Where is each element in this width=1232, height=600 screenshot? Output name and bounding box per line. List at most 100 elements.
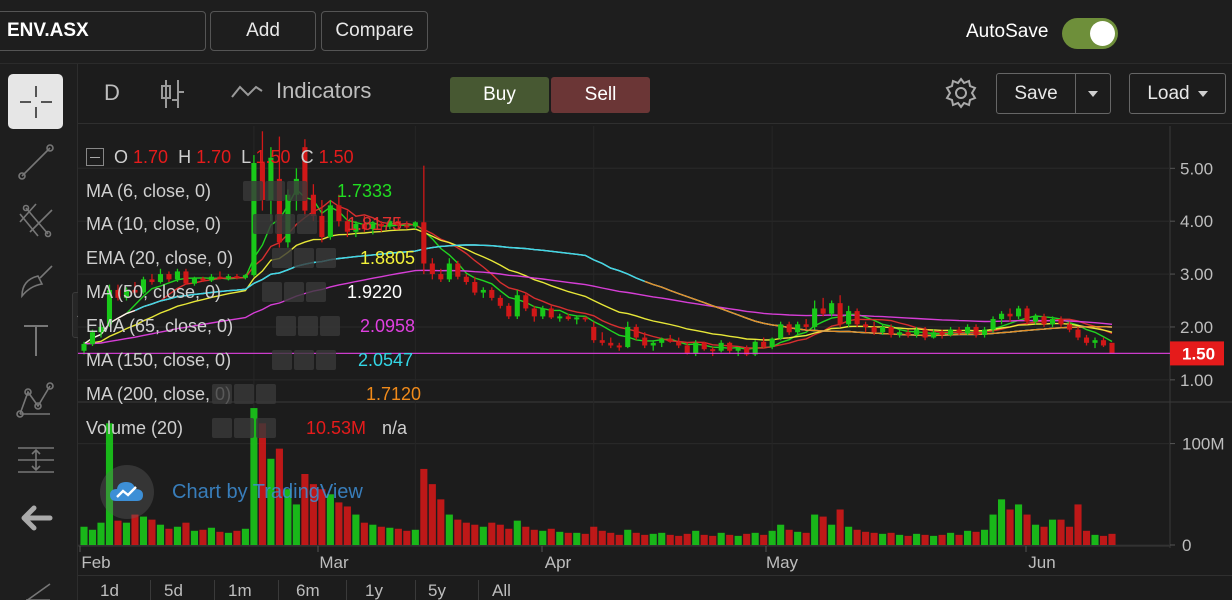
legend-collapse-icon[interactable] (86, 148, 104, 166)
eye-icon[interactable] (272, 248, 292, 268)
indicator-controls[interactable] (212, 384, 276, 404)
eye-icon[interactable] (212, 418, 232, 438)
gear-icon[interactable] (298, 316, 318, 336)
range-5y-button[interactable]: 5y (428, 581, 446, 600)
open-label: O (114, 147, 129, 167)
indicator-controls[interactable] (272, 350, 336, 370)
eye-icon[interactable] (253, 214, 273, 234)
volume-bar (479, 526, 487, 545)
range-divider (150, 580, 151, 600)
close-icon[interactable] (297, 214, 317, 234)
volume-bar (199, 529, 207, 545)
cloud-icon (100, 465, 154, 519)
indicator-controls[interactable] (276, 316, 340, 336)
range-1m-button[interactable]: 1m (228, 581, 252, 600)
range-1y-button[interactable]: 1y (365, 581, 383, 600)
candle-body (1049, 319, 1056, 325)
candle-body (642, 337, 648, 346)
volume-bar (522, 526, 530, 545)
gear-icon[interactable] (234, 384, 254, 404)
volume-bar (471, 524, 479, 545)
volume-bar (896, 534, 904, 545)
low-label: L (241, 147, 251, 167)
volume-bar (734, 535, 742, 545)
volume-bar (972, 531, 980, 545)
candle-body (591, 326, 597, 341)
candle-body (540, 308, 546, 317)
price-tick-label: 2.00 (1180, 318, 1213, 337)
candle-body (633, 326, 639, 338)
volume-bar (921, 534, 929, 545)
candle-body (922, 329, 928, 338)
volume-bar (360, 522, 368, 545)
eye-icon[interactable] (262, 282, 282, 302)
candle-body (225, 276, 231, 279)
gear-icon[interactable] (234, 418, 254, 438)
close-icon[interactable] (316, 248, 336, 268)
volume-bar (573, 532, 581, 545)
close-icon[interactable] (316, 350, 336, 370)
indicator-controls[interactable] (243, 181, 307, 201)
candle-body (1066, 324, 1073, 330)
volume-bar (930, 535, 938, 545)
high-value: 1.70 (196, 147, 232, 167)
gear-icon[interactable] (275, 214, 295, 234)
close-icon[interactable] (256, 418, 276, 438)
candle-body (820, 308, 826, 314)
volume-bar (216, 531, 224, 545)
indicator-controls[interactable] (262, 282, 326, 302)
watermark-text: Chart by TradingView (172, 480, 363, 503)
close-icon[interactable] (256, 384, 276, 404)
price-tick-label: 1.00 (1180, 371, 1213, 390)
eye-icon[interactable] (276, 316, 296, 336)
gear-icon[interactable] (265, 181, 285, 201)
volume-bar (836, 509, 844, 545)
indicator-legend-label: MA (150, close, 0) (86, 350, 232, 370)
range-1d-button[interactable]: 1d (100, 581, 119, 600)
volume-controls[interactable] (212, 418, 276, 438)
volume-bar (564, 532, 572, 545)
close-icon[interactable] (287, 181, 307, 201)
volume-bar (1031, 524, 1040, 545)
volume-bar (428, 484, 436, 545)
eye-icon[interactable] (243, 181, 263, 201)
volume-bar (1048, 519, 1057, 545)
gear-icon[interactable] (294, 248, 314, 268)
candle-body (727, 342, 733, 351)
close-icon[interactable] (320, 316, 340, 336)
candle-body (327, 205, 333, 238)
indicator-controls[interactable] (272, 248, 336, 268)
volume-tick-label: 100M (1182, 435, 1225, 454)
range-6m-button[interactable]: 6m (296, 581, 320, 600)
range-All-button[interactable]: All (492, 581, 511, 600)
indicator-controls[interactable] (253, 214, 317, 234)
volume-bar (598, 530, 606, 545)
volume-bar (675, 535, 683, 545)
candle-body (701, 342, 707, 350)
indicator-value: 1.7120 (366, 384, 422, 404)
volume-label: Volume (20) (86, 418, 184, 438)
eye-icon[interactable] (212, 384, 232, 404)
candle-body (812, 308, 818, 327)
candle-body (1092, 340, 1098, 343)
candle-body (769, 338, 775, 348)
volume-bar (131, 514, 139, 545)
volume-bar (1082, 530, 1091, 545)
candle-body (676, 341, 682, 346)
gear-icon[interactable] (294, 350, 314, 370)
candle-body (667, 338, 673, 342)
tradingview-watermark[interactable]: Chart by TradingView (100, 465, 363, 519)
candle-body (565, 316, 571, 320)
range-5d-button[interactable]: 5d (164, 581, 183, 600)
gear-icon[interactable] (284, 282, 304, 302)
candle-body (939, 332, 945, 335)
volume-bar (1006, 509, 1014, 545)
volume-bar (1091, 534, 1099, 545)
eye-icon[interactable] (272, 350, 292, 370)
range-divider (214, 580, 215, 600)
volume-bar (581, 533, 589, 545)
close-label: C (300, 147, 314, 167)
close-icon[interactable] (306, 282, 326, 302)
price-tick-label: 4.00 (1180, 212, 1213, 231)
candle-body (463, 276, 469, 283)
